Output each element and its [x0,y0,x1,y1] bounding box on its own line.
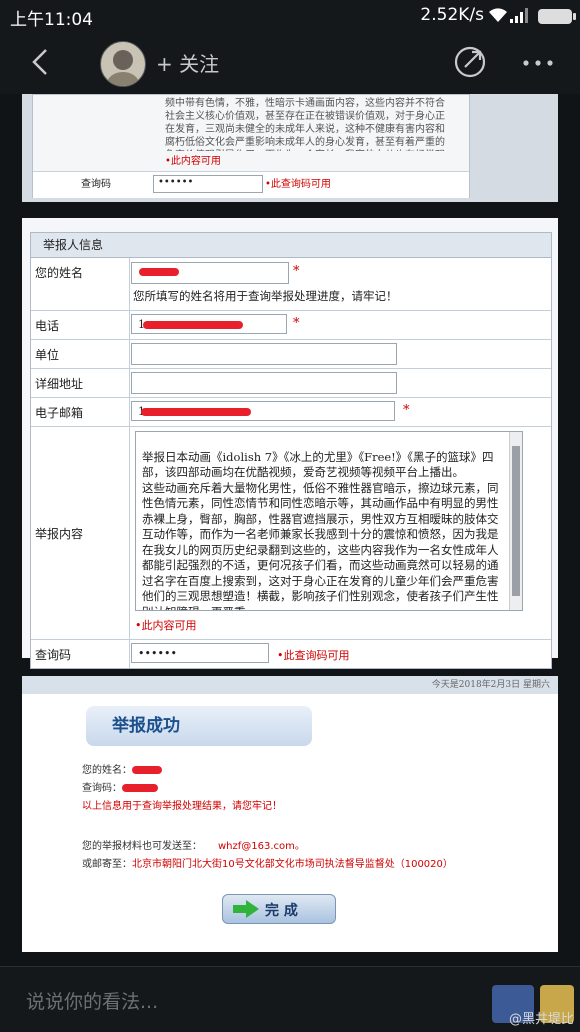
wifi-icon [489,8,507,22]
required-mark: * [293,316,300,331]
code-row: 查询码 •••••• •此查询码可用 [31,640,551,668]
battery-icon [538,9,576,24]
content-box: 频中带有色情，不雅，性暗示卡通画面内容，这些内容并不符合社会主义核心价值观，甚至… [32,94,470,198]
name-label: 您的姓名： [82,765,132,776]
redaction-mark [139,268,179,276]
avatar[interactable] [100,41,146,87]
code-field[interactable]: •••••• [153,175,263,193]
follow-button[interactable]: + 关注 [156,48,219,77]
name-hint: 您所填写的姓名将用于查询举报处理进度，请牢记！ [133,289,398,303]
comment-input[interactable]: 说说你的看法... [26,987,158,1014]
section-header: 举报人信息 [31,233,551,258]
code-row: 查询码 •••••• •此查询码可用 [33,171,469,198]
screenshot-report-success: 今天是2018年2月3日 星期六 举报成功 您的姓名： 查询码： 以上信息用于查… [22,676,558,952]
address-label: 详细地址 [31,369,130,397]
email-text: whzf@163.com。 [218,841,305,852]
address-row: 详细地址 [31,369,551,398]
done-button[interactable]: 完 成 [222,894,336,924]
signal-icon [510,8,528,23]
phone-label: 电话 [31,311,130,339]
notice-text: 以上信息用于查询举报处理结果，请您牢记！ [82,801,282,812]
content-text: 频中带有色情，不雅，性暗示卡通画面内容，这些内容并不符合社会主义核心价值观，甚至… [165,98,445,151]
redaction-mark [143,321,243,329]
name-row: 您的姓名 * 您所填写的姓名将用于查询举报处理进度，请牢记！ [31,258,551,311]
code-field[interactable]: •••••• [131,643,269,663]
email-row: 电子邮箱 1 * [31,398,551,427]
address-field[interactable] [131,372,397,394]
unit-label: 单位 [31,340,130,368]
name-label: 您的姓名 [31,258,130,310]
content-row: 举报内容 举报日本动画《idolish 7》《冰上的尤里》《Free!》《黑子的… [31,427,551,640]
watermark: @黑井堤比 [508,1012,574,1027]
code-available-note: •此查询码可用 [277,649,350,662]
code-available-note: •此查询码可用 [265,179,331,190]
code-label: 查询码 [81,179,111,190]
content-label: 举报内容 [31,427,130,639]
success-title: 举报成功 [86,706,312,746]
content-textarea[interactable]: 举报日本动画《idolish 7》《冰上的尤里》《Free!》《黑子的篮球》四部… [135,431,523,611]
status-bar: 上午11:04 2.52K/s [0,0,580,32]
screenshot-report-content-partial: 频中带有色情，不雅，性暗示卡通画面内容，这些内容并不符合社会主义核心价值观，甚至… [22,94,558,202]
date-bar: 今天是2018年2月3日 星期六 [22,676,558,694]
arrow-right-icon [233,900,259,918]
email-label: 电子邮箱 [31,398,130,426]
content-available-note: •此内容可用 [135,619,197,632]
unit-row: 单位 [31,340,551,369]
comment-bar: 说说你的看法... [0,966,580,1032]
send-label: 您的举报材料也可发送至： [82,841,202,852]
redaction-mark [122,784,158,792]
content-text: 举报日本动画《idolish 7》《冰上的尤里》《Free!》《黑子的篮球》四部… [142,449,499,611]
screenshot-reporter-form: 举报人信息 您的姓名 * 您所填写的姓名将用于查询举报处理进度，请牢记！ 电话 … [22,218,558,669]
done-label: 完 成 [265,903,298,919]
mail-label: 或邮寄至： [82,859,132,870]
redaction-mark [141,408,251,416]
status-time: 上午11:04 [10,10,93,30]
redaction-mark [132,766,162,774]
code-label: 查询码： [82,783,122,794]
unit-field[interactable] [131,343,397,365]
code-label: 查询码 [31,640,130,668]
back-icon[interactable] [24,44,60,80]
reporter-table: 举报人信息 您的姓名 * 您所填写的姓名将用于查询举报处理进度，请牢记！ 电话 … [30,232,552,669]
scrollbar-thumb[interactable] [512,446,520,596]
content-scrollbar[interactable] [509,432,522,610]
share-icon[interactable] [452,44,488,80]
network-speed: 2.52K/s [420,5,484,25]
required-mark: * [403,403,410,418]
required-mark: * [293,264,300,279]
address-text: 北京市朝阳门北大街10号文化部文化市场司执法督导监督处（100020） [132,859,453,870]
nav-bar: + 关注 [0,32,580,94]
phone-row: 电话 1 * [31,311,551,340]
content-available-note: •此内容可用 [165,156,221,167]
more-icon[interactable] [520,48,556,78]
